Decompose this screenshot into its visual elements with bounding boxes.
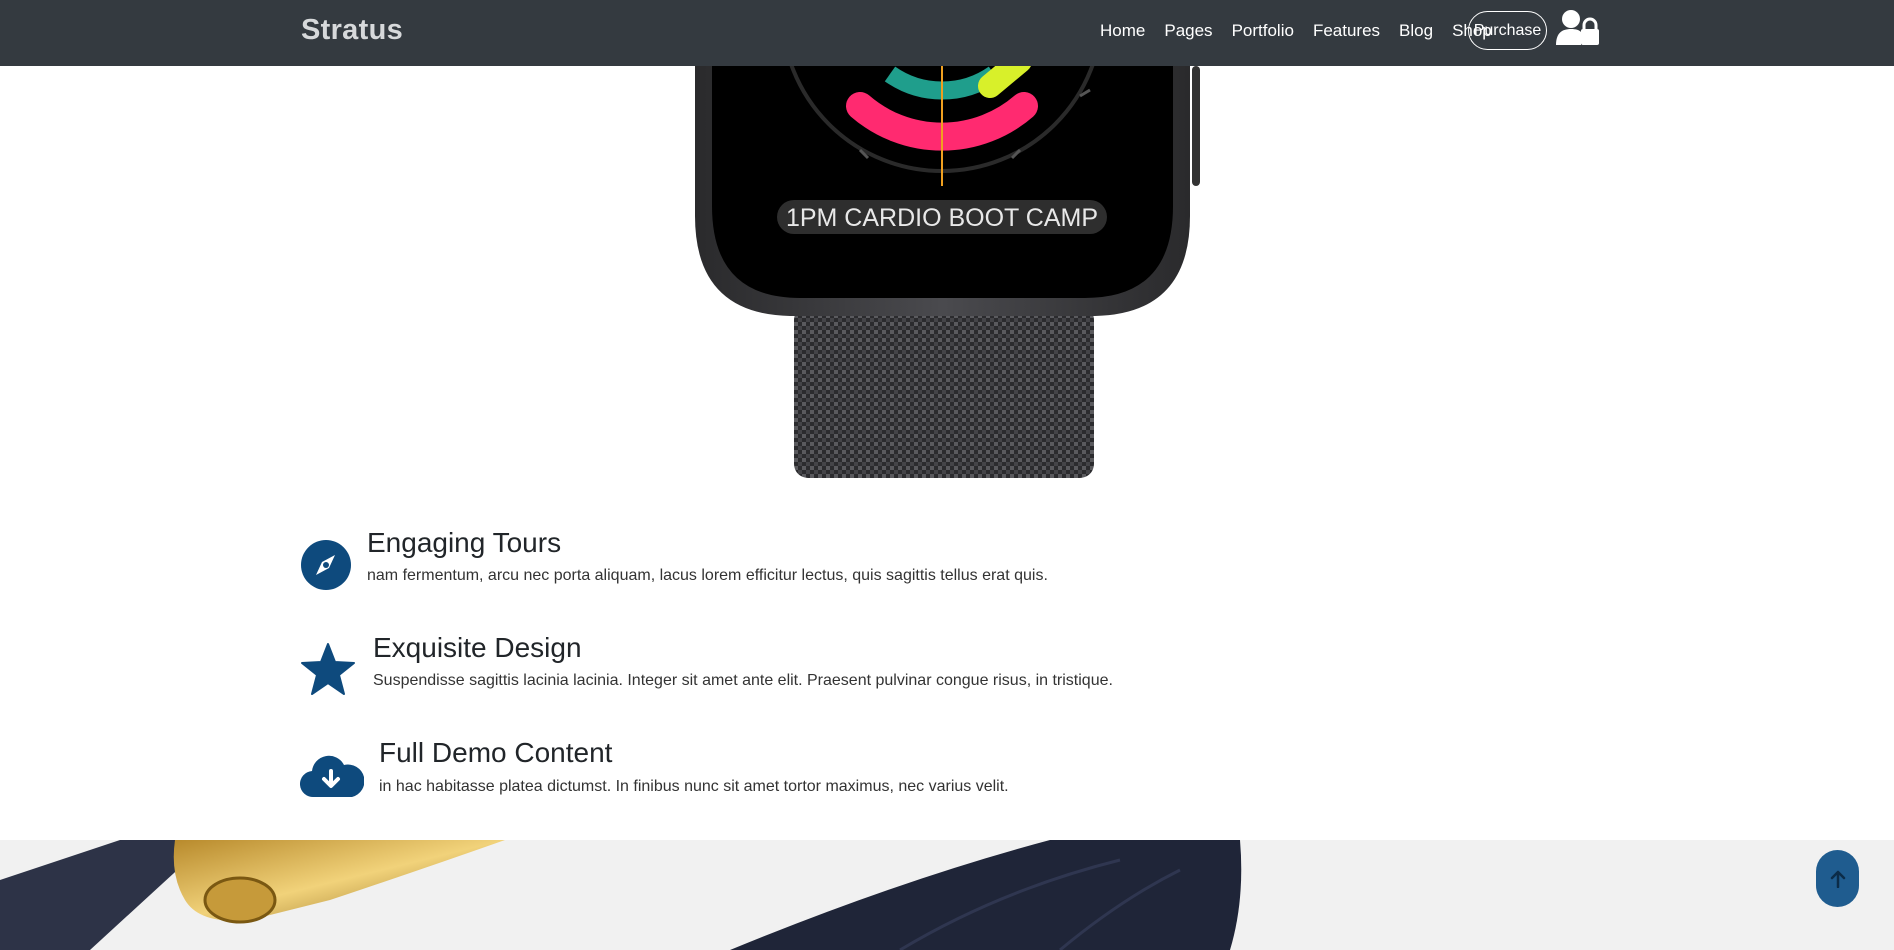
feature-text: in hac habitasse platea dictumst. In fin… — [379, 778, 1009, 795]
nav-link-home[interactable]: Home — [1100, 21, 1145, 41]
watch-band — [794, 306, 1094, 478]
feature-text: Suspendisse sagittis lacinia lacinia. In… — [373, 672, 1113, 689]
scroll-to-top-button[interactable] — [1816, 850, 1859, 907]
watch-image: 1PM CARDIO BOOT CAMP — [695, 66, 1200, 478]
feature-title: Full Demo Content — [379, 737, 613, 768]
compass-icon — [301, 540, 351, 590]
watch-side-button — [1192, 66, 1200, 186]
cloud-download-icon — [300, 755, 364, 798]
nav-link-portfolio[interactable]: Portfolio — [1232, 21, 1294, 41]
next-section-image — [0, 840, 1894, 950]
feature-text: nam fermentum, arcu nec porta aliquam, l… — [367, 567, 1048, 584]
star-icon — [301, 643, 355, 695]
watch-detail-image — [0, 840, 1242, 950]
nav-link-pages[interactable]: Pages — [1164, 21, 1212, 41]
user-lock-icon[interactable] — [1556, 9, 1600, 45]
watch-label-text: 1PM CARDIO BOOT CAMP — [786, 204, 1098, 232]
feature-title: Engaging Tours — [367, 527, 562, 558]
nav-link-features[interactable]: Features — [1313, 21, 1380, 41]
purchase-button[interactable]: Purchase — [1468, 11, 1547, 50]
nav-links: Home Pages Portfolio Features Blog Shop — [1100, 0, 1511, 62]
arrow-up-icon — [1830, 870, 1845, 888]
navbar: Stratus Home Pages Portfolio Features Bl… — [0, 0, 1894, 66]
nav-link-blog[interactable]: Blog — [1399, 21, 1433, 41]
feature-title: Exquisite Design — [373, 632, 582, 663]
brand-logo[interactable]: Stratus — [301, 14, 403, 47]
